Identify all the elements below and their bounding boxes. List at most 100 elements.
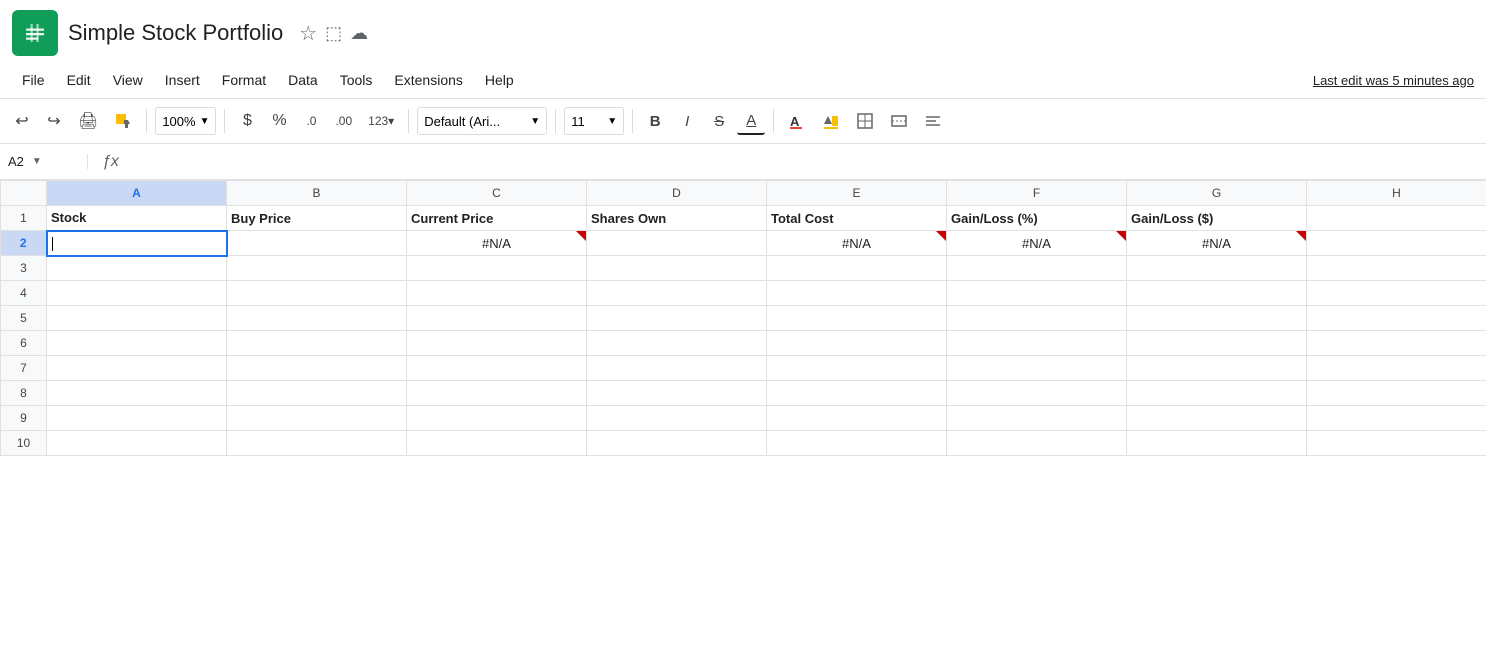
cell-d5[interactable] [587, 306, 767, 331]
cell-a4[interactable] [47, 281, 227, 306]
cell-g1[interactable]: Gain/Loss ($) [1127, 206, 1307, 231]
cell-f10[interactable] [947, 431, 1127, 456]
cell-h3[interactable] [1307, 256, 1486, 281]
cell-h8[interactable] [1307, 381, 1486, 406]
menu-extensions[interactable]: Extensions [384, 68, 472, 92]
cell-a7[interactable] [47, 356, 227, 381]
cell-d9[interactable] [587, 406, 767, 431]
cell-c2[interactable]: #N/A [407, 231, 587, 256]
redo-button[interactable]: ↪ [40, 107, 68, 135]
col-header-c[interactable]: C [407, 181, 587, 206]
cell-d1[interactable]: Shares Own [587, 206, 767, 231]
cell-b5[interactable] [227, 306, 407, 331]
cell-a6[interactable] [47, 331, 227, 356]
menu-edit[interactable]: Edit [57, 68, 101, 92]
cell-d10[interactable] [587, 431, 767, 456]
cell-c7[interactable] [407, 356, 587, 381]
paint-format-button[interactable] [108, 107, 138, 135]
cell-h6[interactable] [1307, 331, 1486, 356]
cell-e4[interactable] [767, 281, 947, 306]
merge-cells-button[interactable] [884, 107, 914, 135]
cell-h1[interactable] [1307, 206, 1486, 231]
cell-b4[interactable] [227, 281, 407, 306]
cell-reference-box[interactable]: A2 ▼ [8, 154, 88, 169]
cell-h5[interactable] [1307, 306, 1486, 331]
cell-a5[interactable] [47, 306, 227, 331]
menu-view[interactable]: View [103, 68, 153, 92]
borders-button[interactable] [850, 107, 880, 135]
cell-h2[interactable] [1307, 231, 1486, 256]
cell-e3[interactable] [767, 256, 947, 281]
align-button[interactable] [918, 107, 948, 135]
cell-g2[interactable]: #N/A [1127, 231, 1307, 256]
fill-color-button[interactable] [816, 107, 846, 135]
cell-f6[interactable] [947, 331, 1127, 356]
cell-e9[interactable] [767, 406, 947, 431]
cell-c10[interactable] [407, 431, 587, 456]
cell-g7[interactable] [1127, 356, 1307, 381]
cell-b8[interactable] [227, 381, 407, 406]
cell-c4[interactable] [407, 281, 587, 306]
decimal-less-button[interactable]: .0 [297, 107, 325, 135]
cell-a2[interactable] [47, 231, 227, 256]
menu-format[interactable]: Format [212, 68, 276, 92]
cell-a3[interactable] [47, 256, 227, 281]
cell-g9[interactable] [1127, 406, 1307, 431]
cell-a8[interactable] [47, 381, 227, 406]
print-button[interactable]: 🖨 [72, 107, 104, 135]
cell-b2[interactable] [227, 231, 407, 256]
zoom-control[interactable]: 100% ▼ [155, 107, 216, 135]
col-header-a[interactable]: A [47, 181, 227, 206]
undo-button[interactable]: ↩ [8, 107, 36, 135]
col-header-g[interactable]: G [1127, 181, 1307, 206]
cell-c9[interactable] [407, 406, 587, 431]
strikethrough-button[interactable]: S [705, 107, 733, 135]
cell-f1[interactable]: Gain/Loss (%) [947, 206, 1127, 231]
cell-h7[interactable] [1307, 356, 1486, 381]
decimal-more-button[interactable]: .00 [329, 107, 358, 135]
col-header-e[interactable]: E [767, 181, 947, 206]
cell-b7[interactable] [227, 356, 407, 381]
col-header-d[interactable]: D [587, 181, 767, 206]
cell-d8[interactable] [587, 381, 767, 406]
cell-e7[interactable] [767, 356, 947, 381]
font-selector[interactable]: Default (Ari... ▼ [417, 107, 547, 135]
cell-b3[interactable] [227, 256, 407, 281]
col-header-b[interactable]: B [227, 181, 407, 206]
cell-f2[interactable]: #N/A [947, 231, 1127, 256]
col-header-h[interactable]: H [1307, 181, 1486, 206]
italic-button[interactable]: I [673, 107, 701, 135]
menu-data[interactable]: Data [278, 68, 328, 92]
percent-button[interactable]: % [265, 107, 293, 135]
cell-g8[interactable] [1127, 381, 1307, 406]
cell-c6[interactable] [407, 331, 587, 356]
cell-b9[interactable] [227, 406, 407, 431]
cell-c3[interactable] [407, 256, 587, 281]
cell-h10[interactable] [1307, 431, 1486, 456]
cell-g5[interactable] [1127, 306, 1307, 331]
col-header-f[interactable]: F [947, 181, 1127, 206]
cell-b1[interactable]: Buy Price [227, 206, 407, 231]
bold-button[interactable]: B [641, 107, 669, 135]
cell-b6[interactable] [227, 331, 407, 356]
cell-b10[interactable] [227, 431, 407, 456]
cell-a10[interactable] [47, 431, 227, 456]
cell-c8[interactable] [407, 381, 587, 406]
underline-button[interactable]: A [737, 107, 765, 135]
cell-g10[interactable] [1127, 431, 1307, 456]
cell-d3[interactable] [587, 256, 767, 281]
menu-insert[interactable]: Insert [155, 68, 210, 92]
cell-h9[interactable] [1307, 406, 1486, 431]
cell-f8[interactable] [947, 381, 1127, 406]
cell-d2[interactable] [587, 231, 767, 256]
cell-d6[interactable] [587, 331, 767, 356]
move-icon[interactable]: ⬚ [325, 23, 342, 44]
menu-tools[interactable]: Tools [330, 68, 383, 92]
cell-h4[interactable] [1307, 281, 1486, 306]
text-color-button[interactable]: A [782, 107, 812, 135]
cell-f9[interactable] [947, 406, 1127, 431]
cell-d7[interactable] [587, 356, 767, 381]
currency-button[interactable]: $ [233, 107, 261, 135]
cell-g3[interactable] [1127, 256, 1307, 281]
cell-e10[interactable] [767, 431, 947, 456]
